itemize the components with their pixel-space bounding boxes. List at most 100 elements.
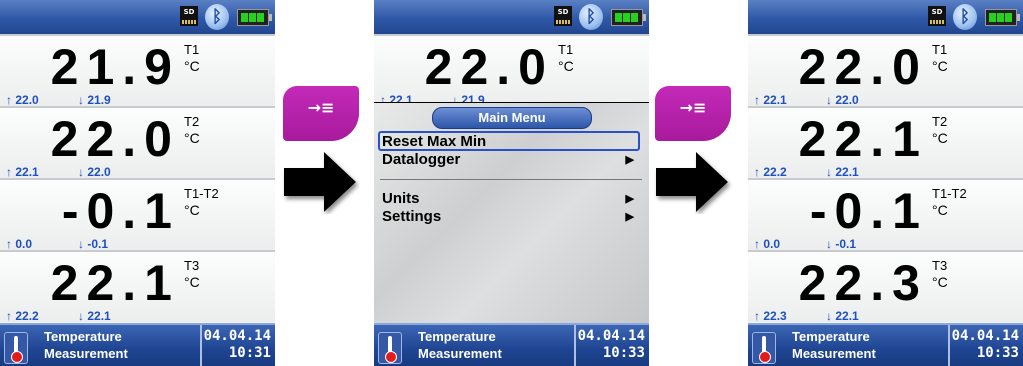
channel-value: 22.0 bbox=[424, 39, 554, 95]
device-screen-1: SD ᛒ 21.9 T1 °C ↑ 22.0 ↓ 21.9 22.0 T2 °C… bbox=[0, 0, 275, 366]
sd-card-icon: SD bbox=[928, 6, 946, 26]
main-menu: Main Menu Reset Max Min Datalogger ▶ Unit… bbox=[374, 102, 649, 324]
channel-panel-t1: 22.0 T1 °C ↑ 22.1 ↓ 22.0 bbox=[748, 34, 1023, 107]
channel-panel-t3: 22.1 T3 °C ↑ 22.2 ↓ 22.1 bbox=[0, 250, 275, 323]
footer-divider bbox=[948, 325, 950, 366]
mode-title: Temperature bbox=[792, 329, 870, 344]
channel-name: T1 bbox=[932, 42, 948, 57]
max-value: 22.3 bbox=[763, 309, 787, 323]
channel-value: 22.1 bbox=[50, 255, 180, 311]
menu-item-datalogger[interactable]: Datalogger ▶ bbox=[382, 151, 642, 169]
battery-icon bbox=[985, 9, 1020, 26]
max-value: 0.0 bbox=[763, 237, 781, 251]
channel-name: T2 bbox=[184, 114, 200, 129]
channel-unit: °C bbox=[184, 58, 200, 74]
bluetooth-icon: ᛒ bbox=[205, 4, 229, 30]
status-bar: SD ᛒ bbox=[374, 0, 649, 34]
time-readout: 10:33 bbox=[602, 345, 645, 361]
channel-unit: °C bbox=[184, 274, 200, 290]
min-value: -0.1 bbox=[87, 237, 109, 251]
max-value: 22.1 bbox=[763, 93, 787, 107]
min-arrow-icon: ↓ bbox=[78, 93, 84, 107]
channel-unit: °C bbox=[932, 274, 948, 290]
channel-name: T2 bbox=[932, 114, 948, 129]
time-readout: 10:31 bbox=[228, 345, 271, 361]
channel-unit: °C bbox=[932, 202, 948, 218]
mode-title: Temperature bbox=[418, 329, 496, 344]
channel-value: 22.0 bbox=[50, 111, 180, 167]
max-value: 22.1 bbox=[15, 165, 39, 179]
max-value: 22.0 bbox=[15, 93, 39, 107]
menu-item-settings[interactable]: Settings ▶ bbox=[382, 208, 642, 226]
min-arrow-icon: ↓ bbox=[78, 165, 84, 179]
min-max-row: ↑ 22.2 ↓ 22.1 bbox=[0, 309, 275, 323]
channel-unit: °C bbox=[932, 130, 948, 146]
max-arrow-icon: ↑ bbox=[754, 237, 760, 251]
min-value: 22.0 bbox=[87, 165, 111, 179]
channel-value: 22.0 bbox=[798, 39, 928, 95]
channel-value: -0.1 bbox=[809, 183, 928, 239]
menu-title: Main Menu bbox=[432, 107, 592, 129]
softkey-menu-icon: →≡ bbox=[307, 98, 335, 117]
sd-card-icon: SD bbox=[554, 6, 572, 26]
min-max-row: ↑ 22.1 ↓ 22.0 bbox=[748, 93, 1023, 107]
battery-icon bbox=[237, 9, 272, 26]
min-value: 21.9 bbox=[87, 93, 111, 107]
submenu-arrow-icon: ▶ bbox=[625, 193, 634, 205]
menu-softkey-button[interactable]: →≡ bbox=[655, 86, 731, 141]
channel-panel-t1-t2: -0.1 T1-T2 °C ↑ 0.0 ↓ -0.1 bbox=[748, 178, 1023, 251]
channel-name: T1-T2 bbox=[184, 186, 219, 201]
min-arrow-icon: ↓ bbox=[826, 309, 832, 323]
right-arrow-icon bbox=[656, 152, 728, 212]
mode-title: Temperature bbox=[44, 329, 122, 344]
max-arrow-icon: ↑ bbox=[754, 93, 760, 107]
footer-divider bbox=[200, 325, 202, 366]
channel-name: T1 bbox=[558, 42, 574, 57]
menu-separator bbox=[380, 179, 642, 180]
min-arrow-icon: ↓ bbox=[826, 165, 832, 179]
min-arrow-icon: ↓ bbox=[826, 93, 832, 107]
submenu-arrow-icon: ▶ bbox=[625, 154, 634, 166]
min-value: -0.1 bbox=[835, 237, 857, 251]
channel-panel-t3: 22.3 T3 °C ↑ 22.3 ↓ 22.1 bbox=[748, 250, 1023, 323]
channel-panel-t2: 22.0 T2 °C ↑ 22.1 ↓ 22.0 bbox=[0, 106, 275, 179]
menu-item-reset-max-min[interactable]: Reset Max Min bbox=[378, 131, 640, 151]
channel-name: T3 bbox=[932, 258, 948, 273]
max-arrow-icon: ↑ bbox=[754, 309, 760, 323]
thermometer-icon bbox=[4, 332, 28, 364]
submenu-arrow-icon: ▶ bbox=[625, 211, 634, 223]
min-arrow-icon: ↓ bbox=[78, 309, 84, 323]
min-max-row: ↑ 0.0 ↓ -0.1 bbox=[0, 237, 275, 251]
min-max-row: ↑ 22.0 ↓ 21.9 bbox=[0, 93, 275, 107]
channel-name: T1-T2 bbox=[932, 186, 967, 201]
min-arrow-icon: ↓ bbox=[826, 237, 832, 251]
mode-subtitle: Measurement bbox=[418, 346, 502, 361]
menu-softkey-button[interactable]: →≡ bbox=[283, 86, 359, 141]
min-value: 22.0 bbox=[835, 93, 859, 107]
min-max-row: ↑ 22.1 ↓ 22.0 bbox=[0, 165, 275, 179]
menu-item-units[interactable]: Units ▶ bbox=[382, 190, 642, 208]
device-screen-3: SD ᛒ 22.0 T1 °C ↑ 22.1 ↓ 22.0 22.1 T2 °C… bbox=[748, 0, 1023, 366]
max-arrow-icon: ↑ bbox=[6, 309, 12, 323]
softkey-menu-icon: →≡ bbox=[679, 98, 707, 117]
thermometer-icon bbox=[752, 332, 776, 364]
max-arrow-icon: ↑ bbox=[6, 93, 12, 107]
date-readout: 04.04.14 bbox=[951, 328, 1019, 344]
footer-bar: Temperature Measurement 04.04.14 10:31 bbox=[0, 323, 275, 366]
device-screen-2: SD ᛒ 22.0 T1 °C ↑ 22.1 ↓ 21.9 Main Menu … bbox=[374, 0, 649, 366]
channel-name: T3 bbox=[184, 258, 200, 273]
right-arrow-icon bbox=[284, 152, 356, 212]
min-max-row: ↑ 0.0 ↓ -0.1 bbox=[748, 237, 1023, 251]
channel-panel-t1-t2: -0.1 T1-T2 °C ↑ 0.0 ↓ -0.1 bbox=[0, 178, 275, 251]
min-value: 22.1 bbox=[87, 309, 111, 323]
time-readout: 10:33 bbox=[976, 345, 1019, 361]
channel-value: -0.1 bbox=[61, 183, 180, 239]
channel-panel-t1: 21.9 T1 °C ↑ 22.0 ↓ 21.9 bbox=[0, 34, 275, 107]
thermometer-icon bbox=[378, 332, 402, 364]
bluetooth-icon: ᛒ bbox=[953, 4, 977, 30]
channel-unit: °C bbox=[558, 58, 574, 74]
footer-bar: Temperature Measurement 04.04.14 10:33 bbox=[374, 323, 649, 366]
channel-panel-t2: 22.1 T2 °C ↑ 22.2 ↓ 22.1 bbox=[748, 106, 1023, 179]
channel-value: 22.3 bbox=[798, 255, 928, 311]
min-value: 22.1 bbox=[835, 309, 859, 323]
